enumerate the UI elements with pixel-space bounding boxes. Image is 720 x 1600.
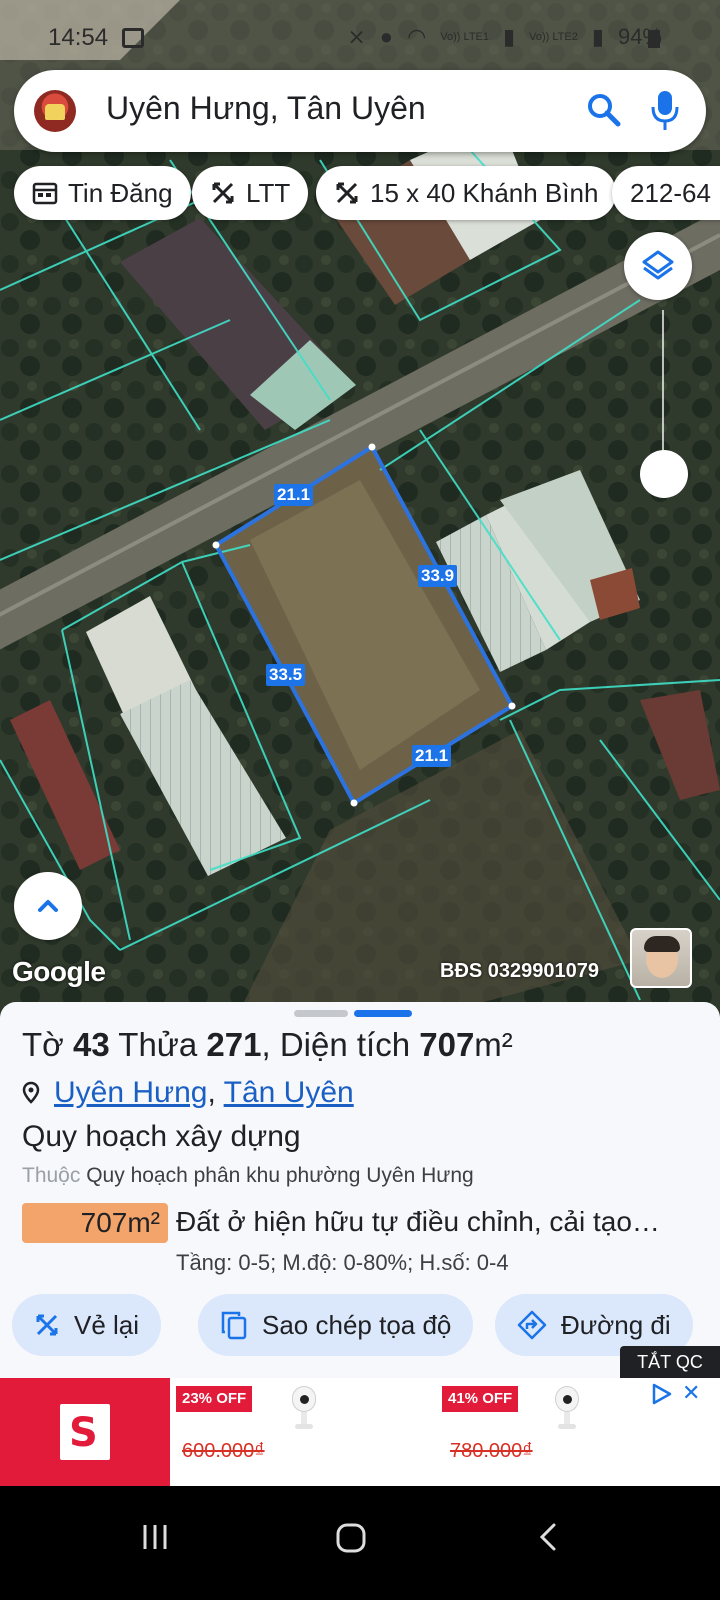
signal-2-icon: ▮: [591, 24, 604, 49]
dimension-label-left: 33.5: [266, 664, 306, 686]
copy-icon: [221, 1311, 247, 1340]
ad-banner[interactable]: S 23% OFF 600.000₫ 41% OFF 780.000₫ ✕: [0, 1378, 720, 1486]
plot-number: 271: [206, 1026, 262, 1063]
directions-icon: [517, 1310, 547, 1340]
search-bar[interactable]: Uyên Hưng, Tân Uyên: [14, 70, 706, 152]
status-bar: 14:54 ⨯ ● ◠ Vo)) LTE1 ▮ Vo)) LTE2 ▮ 94%: [0, 0, 720, 56]
ad-logo-box: S: [60, 1404, 110, 1460]
wifi-icon: ◠: [407, 24, 427, 49]
back-icon[interactable]: [536, 1522, 560, 1552]
zone-area-badge: 707m²: [22, 1203, 168, 1243]
redraw-label: Vẻ lại: [74, 1309, 140, 1340]
camera-product-1[interactable]: [289, 1386, 319, 1430]
ad-price-2: 780.000₫: [450, 1440, 533, 1462]
system-navigation-bar: [0, 1486, 720, 1600]
zone-name: Đất ở hiện hữu tự điều chỉnh, cải tạo…: [176, 1206, 660, 1237]
status-time: 14:54: [48, 24, 109, 51]
plot-label: Thửa: [118, 1026, 198, 1063]
agent-hair: [644, 936, 680, 952]
ad-close-icon[interactable]: ✕: [682, 1380, 700, 1406]
chevron-up-icon: [38, 900, 58, 912]
sheet-number: 43: [72, 1026, 110, 1063]
image-notification-icon: [122, 28, 144, 48]
search-place-text[interactable]: Uyên Hưng, Tân Uyên: [106, 90, 426, 127]
chip-tin-dang[interactable]: Tin Đăng: [14, 166, 191, 220]
ad-price-1: 600.000₫: [182, 1440, 265, 1462]
zone-params: Tầng: 0-5; M.độ: 0-80%; H.số: 0-4: [176, 1250, 509, 1275]
plan-source: Thuộc Quy hoạch phân khu phường Uyên Hưn…: [22, 1164, 474, 1188]
camera-product-2[interactable]: [552, 1386, 582, 1430]
mute-icon: ⨯: [347, 24, 366, 49]
sheet-handle[interactable]: [294, 1010, 348, 1017]
layers-button[interactable]: [624, 232, 692, 300]
signal-1-icon: ▮: [503, 24, 516, 49]
close-ads-button[interactable]: TẮT QC: [620, 1346, 720, 1378]
satellite-map[interactable]: 21.1 33.9 33.5 21.1 14:54 ⨯ ● ◠ Vo)) LTE…: [0, 0, 720, 1030]
chip-label: 212-64: [630, 177, 711, 208]
chip-212-64[interactable]: 212-64: [612, 166, 720, 220]
screen: 21.1 33.9 33.5 21.1 14:54 ⨯ ● ◠ Vo)) LTE…: [0, 0, 720, 1600]
dimension-label-bottom: 21.1: [412, 745, 452, 767]
sheet-handle-active[interactable]: [354, 1010, 412, 1017]
ad-brand-logo[interactable]: S: [0, 1378, 170, 1486]
mic-icon[interactable]: [650, 90, 680, 132]
chip-label: LTT: [246, 177, 291, 208]
area-value: 707: [419, 1026, 475, 1063]
plan-name: Quy hoạch phân khu phường Uyên Hưng: [86, 1164, 474, 1187]
account-avatar[interactable]: [34, 90, 76, 132]
calendar-icon: [32, 182, 58, 205]
home-icon[interactable]: [335, 1522, 367, 1554]
opacity-slider-handle[interactable]: [640, 450, 688, 498]
copy-coordinates-label: Sao chép tọa độ: [262, 1309, 452, 1340]
agent-contact-label: BĐS 0329901079: [440, 960, 600, 982]
parcel-info-sheet[interactable]: Tờ 43 Thửa 271, Diện tích 707m² Uyên Hưn…: [0, 1002, 720, 1384]
google-attribution: Google: [12, 956, 106, 987]
chip-label: Tin Đăng: [68, 177, 173, 208]
chip-label: 15 x 40 Khánh Bình: [370, 177, 599, 208]
chip-ltt[interactable]: LTT: [192, 166, 309, 220]
redraw-button[interactable]: Vẻ lại: [12, 1294, 162, 1356]
opacity-slider-track[interactable]: [662, 310, 664, 450]
measure-icon: [36, 1314, 58, 1336]
location-pin-icon: [22, 1081, 40, 1104]
belongs-label: Thuộc: [22, 1164, 81, 1187]
comma: ,: [261, 1026, 271, 1063]
copy-coordinates-button[interactable]: Sao chép tọa độ: [198, 1294, 474, 1356]
ward-link[interactable]: Uyên Hưng: [54, 1076, 208, 1109]
network-1-label: Vo)) LTE1: [440, 30, 490, 43]
sheet-label: Tờ: [22, 1026, 64, 1063]
battery-icon: [648, 30, 660, 48]
location-line: Uyên Hưng, Tân Uyên: [22, 1076, 354, 1110]
recent-apps-icon[interactable]: [140, 1522, 170, 1552]
dimension-label-right: 33.9: [418, 565, 458, 587]
ad-discount-2: 41% OFF: [442, 1386, 519, 1412]
district-link[interactable]: Tân Uyên: [224, 1076, 354, 1109]
dimension-label-top: 21.1: [274, 484, 314, 506]
measure-icon: [212, 182, 234, 204]
plan-type: Quy hoạch xây dựng: [22, 1120, 301, 1153]
ad-discount-1: 23% OFF: [176, 1386, 253, 1412]
chip-khanh-binh[interactable]: 15 x 40 Khánh Bình: [316, 166, 617, 220]
expand-sheet-button[interactable]: [14, 872, 82, 940]
area-unit: m²: [474, 1026, 513, 1063]
ad-choices-icon[interactable]: [650, 1382, 674, 1406]
agent-photo[interactable]: [630, 928, 692, 988]
location-icon: ●: [379, 24, 394, 49]
measure-icon: [336, 182, 358, 204]
network-2-label: Vo)) LTE2: [529, 30, 578, 43]
area-label: Diện tích: [279, 1026, 411, 1063]
status-icons: ⨯ ● ◠ Vo)) LTE1 ▮ Vo)) LTE2 ▮ 94%: [347, 24, 662, 50]
layers-icon: [642, 250, 674, 280]
ad-logo-letter: S: [69, 1410, 98, 1456]
parcel-title: Tờ 43 Thửa 271, Diện tích 707m²: [22, 1026, 513, 1064]
search-icon[interactable]: [586, 92, 622, 128]
satellite-imagery: [0, 0, 720, 1030]
directions-label: Đường đi: [561, 1309, 671, 1340]
